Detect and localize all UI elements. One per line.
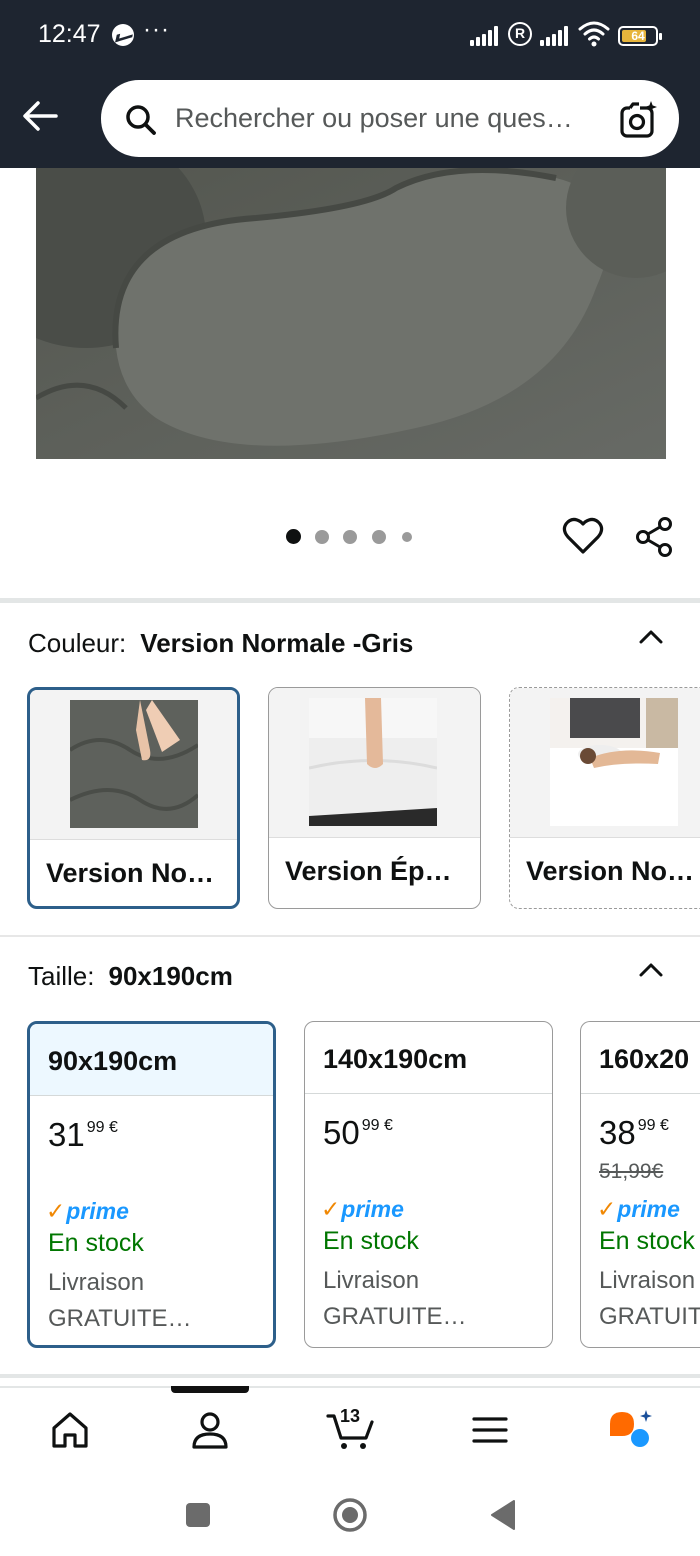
section-divider [0, 598, 700, 603]
delivery-info: Livraison GRATUITE… [323, 1267, 467, 1330]
size-option[interactable]: 140x190cm 50 99 € ✓prime En stock Livrais… [304, 1021, 553, 1348]
color-option-name: Version No… [46, 858, 215, 888]
selected-color-value: Version Normale -Gris [140, 628, 414, 658]
delivery-info: Livraison GRATUIT [599, 1267, 700, 1330]
section-divider [0, 1374, 700, 1378]
color-option[interactable]: Version Ép… [268, 687, 481, 909]
delivery-info: Livraison GRATUITE… [48, 1269, 192, 1332]
prime-check-icon: ✓ [46, 1198, 66, 1224]
stock-status: En stock [323, 1227, 419, 1255]
active-tab-indicator [171, 1386, 249, 1393]
stock-status: En stock [48, 1229, 144, 1257]
status-time: 12:47 [38, 20, 101, 48]
share-icon[interactable] [634, 516, 676, 558]
color-option[interactable]: Version No… [509, 687, 700, 909]
search-icon[interactable] [123, 102, 159, 138]
size-option-price: 31 99 € [48, 1116, 118, 1154]
color-label: Couleur: [28, 628, 127, 658]
wifi-icon [578, 21, 610, 47]
chevron-up-icon[interactable] [636, 955, 666, 985]
recent-apps-icon[interactable] [184, 1501, 212, 1529]
top-bar: 12:47 ··· R 64 [0, 0, 700, 168]
price-fraction: 99 € [86, 1119, 118, 1136]
pager-dot[interactable] [372, 530, 386, 544]
size-option-header: 140x190cm [305, 1022, 552, 1094]
color-option-image-box [510, 688, 700, 838]
size-selector-header: Taille: 90x190cm [28, 961, 233, 992]
cart-count-badge: 13 [340, 1406, 361, 1426]
size-option-header: 90x190cm [30, 1024, 273, 1096]
status-bar: 12:47 ··· R 64 [0, 0, 700, 72]
size-label: Taille: [28, 961, 95, 991]
pager-dot[interactable] [315, 530, 329, 544]
messenger-icon [112, 24, 134, 46]
price-whole: 38 [599, 1114, 636, 1151]
color-option-name: Version No… [526, 856, 695, 886]
price-fraction: 99 € [361, 1117, 393, 1134]
home-circle-icon[interactable] [331, 1496, 369, 1534]
search-input[interactable] [175, 98, 595, 138]
color-option-image [550, 698, 678, 826]
signal-icon [470, 26, 500, 46]
size-option-name: 90x190cm [48, 1046, 178, 1076]
size-option-price: 38 99 € [599, 1114, 669, 1152]
price-fraction: 99 € [637, 1117, 669, 1134]
camera-lens-icon[interactable] [619, 100, 659, 140]
color-option-name: Version Ép… [285, 856, 452, 886]
pager-dot[interactable] [343, 530, 357, 544]
prime-badge: ✓prime [46, 1198, 129, 1224]
size-option-name: 140x190cm [323, 1044, 468, 1074]
section-divider [0, 935, 700, 937]
selected-size-value: 90x190cm [108, 961, 233, 991]
color-option[interactable]: Version No… [27, 687, 240, 909]
bottom-nav [0, 1386, 700, 1474]
product-image[interactable] [36, 168, 666, 459]
size-option[interactable]: 160x20 38 99 € 51,99€ ✓prime En stock Liv… [580, 1021, 700, 1348]
registered-icon: R [508, 22, 532, 46]
prime-badge: ✓prime [597, 1196, 680, 1222]
stock-status: En stock [599, 1227, 695, 1255]
pager-dot-active[interactable] [286, 529, 301, 544]
size-option-name: 160x20 [599, 1044, 690, 1074]
back-triangle-icon[interactable] [488, 1498, 518, 1532]
search-bar[interactable] [101, 80, 679, 157]
more-notifications-indicator: ··· [143, 16, 170, 43]
signal-icon [540, 26, 570, 46]
color-option-image [309, 698, 437, 826]
color-option-image [70, 700, 198, 828]
price-whole: 31 [48, 1116, 85, 1153]
size-option-price: 50 99 € [323, 1114, 393, 1152]
pager-dot[interactable] [402, 532, 412, 542]
size-option-header: 160x20 [581, 1022, 700, 1094]
prime-check-icon: ✓ [597, 1196, 617, 1222]
color-option-image-box [30, 690, 237, 840]
prime-badge: ✓prime [321, 1196, 404, 1222]
price-whole: 50 [323, 1114, 360, 1151]
original-price: 51,99€ [599, 1160, 664, 1183]
menu-icon[interactable] [468, 1408, 512, 1452]
back-arrow-icon[interactable] [18, 94, 62, 138]
color-selector-header: Couleur: Version Normale -Gris [28, 628, 413, 659]
size-option[interactable]: 90x190cm 31 99 € ✓prime En stock Livraiso… [27, 1021, 276, 1348]
chevron-up-icon[interactable] [636, 622, 666, 652]
battery-level: 64 [631, 29, 645, 43]
rufus-icon[interactable] [606, 1408, 654, 1452]
color-option-image-box [269, 688, 480, 838]
system-nav-bar [0, 1474, 700, 1556]
battery-icon: 64 [618, 26, 662, 46]
home-icon[interactable] [48, 1408, 92, 1452]
prime-check-icon: ✓ [321, 1196, 341, 1222]
heart-icon[interactable] [562, 516, 604, 556]
account-icon[interactable] [188, 1408, 232, 1452]
